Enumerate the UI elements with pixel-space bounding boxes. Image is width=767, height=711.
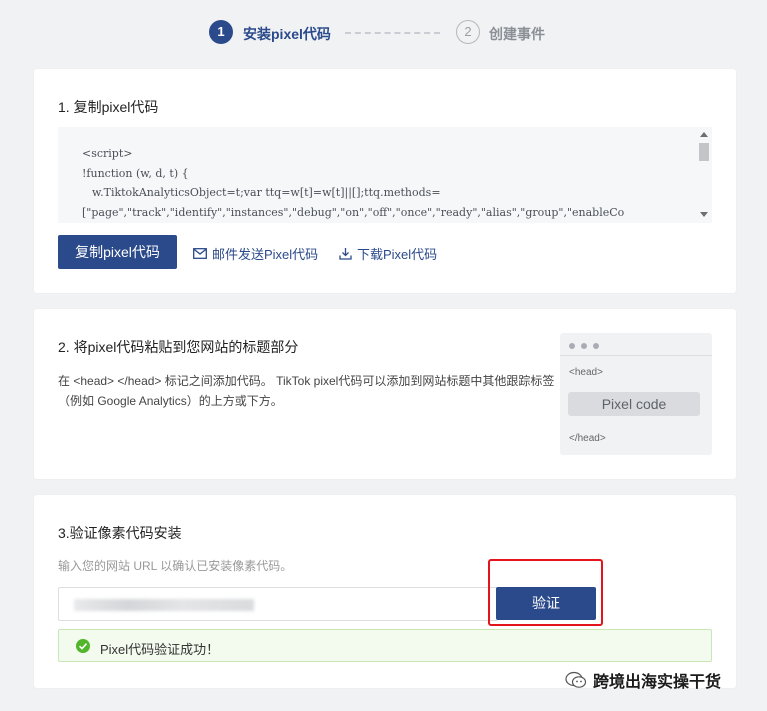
email-link-label: 邮件发送Pixel代码	[212, 247, 319, 262]
step-2-label: 创建事件	[489, 26, 545, 42]
success-alert: Pixel代码验证成功！	[58, 629, 712, 662]
verify-section: 3.验证像素代码安装 输入您的网站 URL 以确认已安装像素代码。 验证 Pix…	[34, 495, 736, 688]
redacted-url	[74, 599, 254, 611]
verify-button[interactable]: 验证	[496, 587, 596, 620]
copy-code-section: 1. 复制pixel代码 <script> !function (w, d, t…	[34, 69, 736, 293]
code-line: w.TiktokAnalyticsObject=t;var ttq=w[t]=w…	[92, 186, 441, 199]
code-box[interactable]: <script> !function (w, d, t) { w.TiktokA…	[58, 127, 712, 223]
download-link-label: 下载Pixel代码	[357, 247, 438, 262]
code-line: ["page","track","identify","instances","…	[82, 206, 625, 219]
paste-code-section: 2. 将pixel代码粘贴到您网站的标题部分 在 <head> </head> …	[34, 309, 736, 479]
preview-divider	[560, 355, 712, 356]
stepper: 1 安装pixel代码 2 创建事件	[0, 18, 767, 48]
copy-code-button[interactable]: 复制pixel代码	[58, 235, 177, 269]
step-2-number: 2	[456, 20, 480, 44]
wechat-watermark: 跨境出海实操干货	[565, 668, 721, 692]
pixel-code-placeholder: Pixel code	[568, 392, 700, 416]
step-1-label: 安装pixel代码	[243, 26, 331, 42]
window-dot	[569, 343, 575, 349]
window-dots	[569, 343, 599, 349]
email-code-link[interactable]: 邮件发送Pixel代码	[193, 244, 318, 263]
check-circle-icon	[76, 639, 90, 653]
window-dot	[581, 343, 587, 349]
url-hint: 输入您的网站 URL 以确认已安装像素代码。	[58, 559, 293, 573]
wechat-icon	[565, 671, 587, 688]
window-dot	[593, 343, 599, 349]
section-2-description: 在 <head> </head> 标记之间添加代码。 TikTok pixel代…	[58, 374, 555, 408]
code-line: <script>	[82, 147, 133, 160]
code-scrollbar[interactable]	[696, 127, 712, 223]
download-code-link[interactable]: 下载Pixel代码	[339, 244, 437, 263]
download-icon	[339, 248, 352, 260]
success-message: Pixel代码验证成功！	[100, 642, 220, 657]
scroll-up-arrow-icon[interactable]	[700, 132, 708, 137]
section-3-title: 3.验证像素代码安装	[58, 525, 182, 541]
step-connector	[345, 32, 440, 34]
scroll-down-arrow-icon[interactable]	[700, 212, 708, 217]
section-2-title: 2. 将pixel代码粘贴到您网站的标题部分	[58, 339, 299, 355]
head-preview-illustration: <head> Pixel code </head>	[560, 333, 712, 455]
code-line: !function (w, d, t) {	[82, 167, 189, 180]
watermark-text: 跨境出海实操干货	[593, 674, 722, 691]
scroll-thumb[interactable]	[699, 143, 709, 161]
mail-icon	[193, 248, 207, 259]
head-open-tag: <head>	[569, 367, 603, 378]
section-1-title: 1. 复制pixel代码	[58, 99, 159, 115]
step-1-number: 1	[209, 20, 233, 44]
head-close-tag: </head>	[569, 433, 606, 444]
